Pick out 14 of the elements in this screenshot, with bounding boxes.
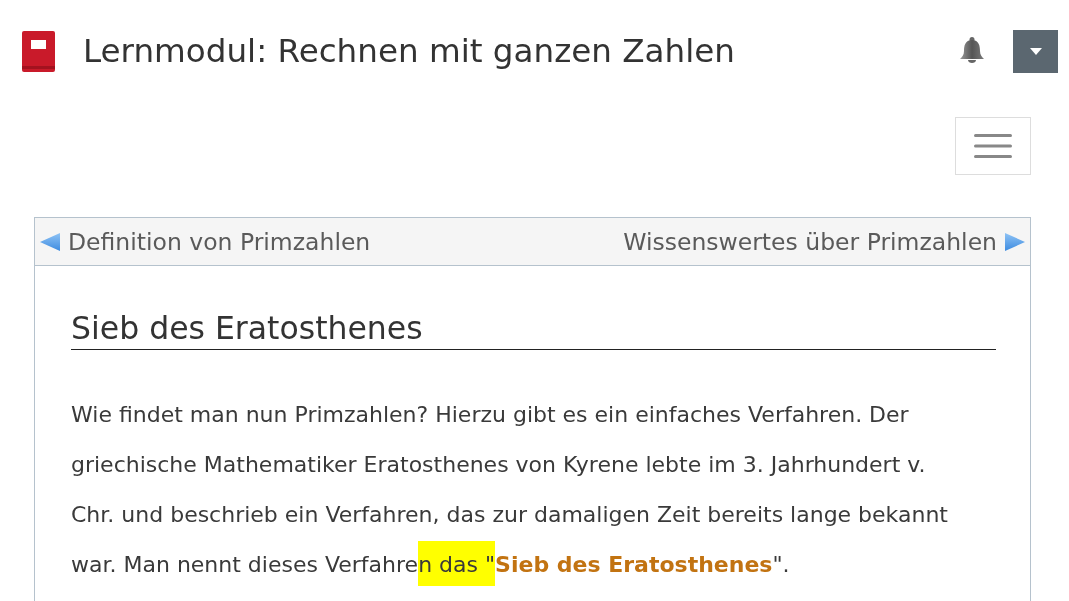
dropdown-button[interactable] <box>1013 29 1058 73</box>
menu-button[interactable] <box>955 117 1031 175</box>
book-icon <box>22 30 55 72</box>
body-paragraph: Wie findet man nun Primzahlen? Hierzu gibt es ein einfaches Verfahren. Der griechische Mathematiker Eratosthenes von Kyrene lebte im 3. Jahrhundert v. Chr. und beschrieb ein Verfahren, das zur damaligen Zeit bereits lange bekannt war. Man nennt dieses Verfahren das "Sieb des Eratosthenes". <box>71 390 974 590</box>
page-title: Lernmodul: Rechnen mit ganzen Zahlen <box>83 32 736 70</box>
left-triangle-icon <box>40 232 60 251</box>
menu-icon <box>974 134 1012 158</box>
section-heading: Sieb des Eratosthenes <box>71 310 996 350</box>
term-link[interactable]: Sieb des Eratosthenes <box>495 552 773 577</box>
next-link[interactable]: Wissenswertes über Primzahlen <box>623 227 1025 256</box>
caret-icon <box>1029 47 1042 55</box>
previous-link[interactable]: Definition von Primzahlen <box>40 227 371 256</box>
right-triangle-icon <box>1005 232 1025 251</box>
bell-icon[interactable] <box>959 37 985 65</box>
